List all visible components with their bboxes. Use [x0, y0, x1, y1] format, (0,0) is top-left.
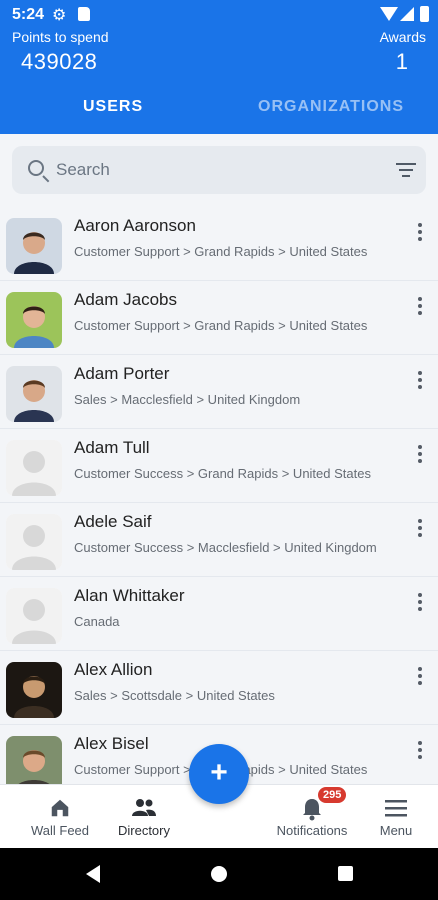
user-path: Sales > Macclesfield > United Kingdom: [74, 392, 301, 407]
user-row[interactable]: Adam Porter Sales > Macclesfield > United…: [0, 355, 438, 429]
wifi-icon: [380, 7, 398, 21]
avatar: [6, 588, 62, 644]
system-nav-bar: [0, 848, 438, 900]
recents-icon[interactable]: [338, 866, 353, 881]
more-options-icon[interactable]: [418, 297, 422, 315]
user-path: Customer Success > Grand Rapids > United…: [74, 466, 371, 481]
app-header: 5:24 ⚙ Points to spend 439028 Awards 1 U…: [0, 0, 438, 134]
user-name: Alan Whittaker: [74, 586, 185, 605]
user-path: Sales > Scottsdale > United States: [74, 688, 275, 703]
user-name: Aaron Aaronson: [74, 216, 196, 235]
search-icon: [28, 160, 44, 176]
user-path: Canada: [74, 614, 120, 629]
home-button-icon[interactable]: [211, 866, 227, 882]
back-icon[interactable]: [86, 865, 100, 883]
nav-wall-feed[interactable]: Wall Feed: [28, 785, 92, 849]
filter-icon[interactable]: [396, 163, 416, 177]
search-bar: [12, 146, 426, 194]
user-row[interactable]: Adele Saif Customer Success > Macclesfiel…: [0, 503, 438, 577]
user-name: Adam Porter: [74, 364, 170, 383]
status-time: 5:24: [12, 6, 45, 23]
user-name: Adam Jacobs: [74, 290, 177, 309]
more-options-icon[interactable]: [418, 593, 422, 611]
tab-indicator: [0, 130, 219, 134]
tab-users[interactable]: USERS: [83, 98, 143, 116]
avatar: [6, 292, 62, 348]
points-label: Points to spend: [12, 29, 109, 45]
avatar: [6, 440, 62, 496]
awards-value: 1: [395, 49, 408, 74]
user-name: Adele Saif: [74, 512, 152, 531]
avatar: [6, 366, 62, 422]
user-name: Alex Bisel: [74, 734, 149, 753]
nav-wall-feed-label: Wall Feed: [30, 823, 90, 838]
user-row[interactable]: Aaron Aaronson Customer Support > Grand R…: [0, 207, 438, 281]
notification-badge: 295: [318, 787, 347, 803]
more-options-icon[interactable]: [418, 371, 422, 389]
points-value: 439028: [21, 49, 98, 74]
nav-notifications-label: Notifications: [276, 823, 348, 838]
user-row[interactable]: Alan Whittaker Canada: [0, 577, 438, 651]
avatar: [6, 662, 62, 718]
nav-directory-label: Directory: [117, 823, 170, 838]
user-row[interactable]: Adam Tull Customer Success > Grand Rapids…: [0, 429, 438, 503]
nav-menu-label: Menu: [379, 823, 413, 838]
user-list: Aaron Aaronson Customer Support > Grand R…: [0, 207, 438, 799]
avatar: [6, 514, 62, 570]
hamburger-icon: [385, 800, 407, 817]
gear-icon: ⚙: [52, 7, 67, 24]
user-row[interactable]: Alex Allion Sales > Scottsdale > United S…: [0, 651, 438, 725]
user-path: Customer Support > Grand Rapids > United…: [74, 244, 368, 259]
nav-menu[interactable]: Menu: [370, 785, 422, 849]
more-options-icon[interactable]: [418, 445, 422, 463]
user-name: Alex Allion: [74, 660, 153, 679]
user-path: Customer Success > Macclesfield > United…: [74, 540, 377, 555]
add-button[interactable]: +: [189, 744, 249, 804]
avatar: [6, 218, 62, 274]
signal-icon: [400, 7, 414, 21]
status-bar: 5:24 ⚙: [0, 0, 438, 28]
user-name: Adam Tull: [74, 438, 150, 457]
home-icon: [51, 799, 69, 817]
sd-card-icon: [78, 7, 90, 21]
tab-organizations[interactable]: ORGANIZATIONS: [258, 98, 404, 116]
more-options-icon[interactable]: [418, 667, 422, 685]
user-path: Customer Support > Grand Rapids > United…: [74, 318, 368, 333]
more-options-icon[interactable]: [418, 223, 422, 241]
awards-label: Awards: [379, 29, 426, 45]
people-icon: [132, 799, 156, 816]
user-row[interactable]: Adam Jacobs Customer Support > Grand Rapi…: [0, 281, 438, 355]
search-input[interactable]: [56, 158, 356, 182]
nav-directory[interactable]: Directory: [112, 785, 176, 849]
battery-icon: [420, 6, 429, 22]
more-options-icon[interactable]: [418, 741, 422, 759]
nav-notifications[interactable]: 295 Notifications: [266, 785, 358, 849]
more-options-icon[interactable]: [418, 519, 422, 537]
